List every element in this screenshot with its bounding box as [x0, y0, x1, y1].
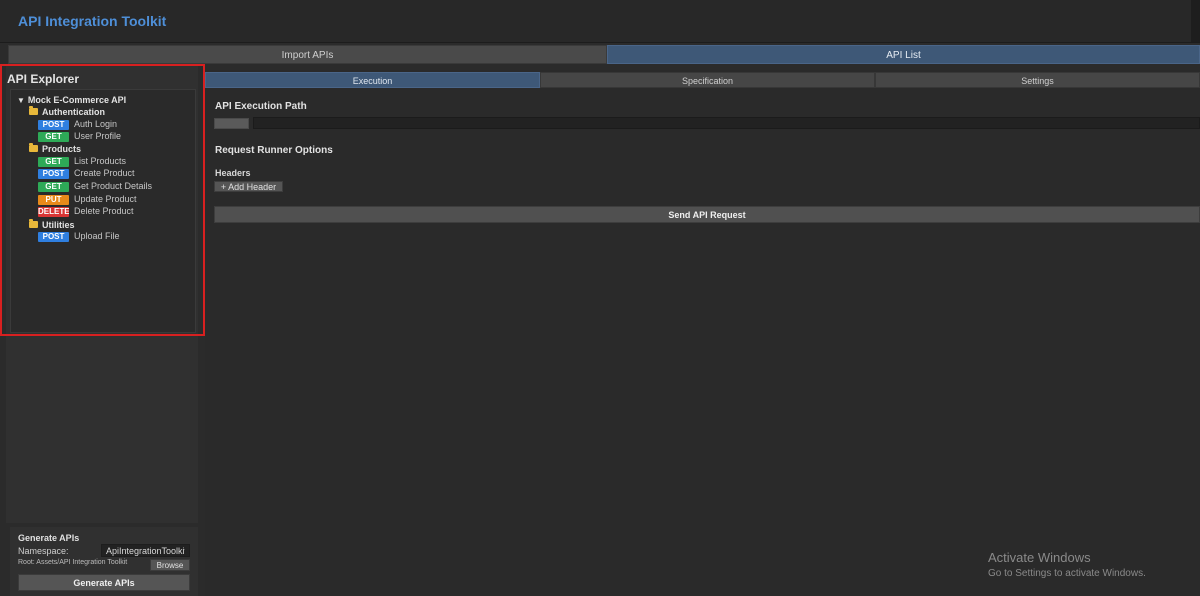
add-header-button[interactable]: + Add Header: [214, 181, 283, 192]
namespace-field[interactable]: [101, 544, 190, 557]
namespace-label: Namespace:: [18, 546, 69, 556]
activation-watermark-subtitle: Go to Settings to activate Windows.: [988, 568, 1146, 579]
app-title: API Integration Toolkit: [18, 13, 167, 29]
tab-import-apis[interactable]: Import APIs: [8, 45, 607, 64]
method-dropdown[interactable]: [214, 118, 249, 129]
browse-button[interactable]: Browse: [150, 559, 190, 571]
send-request-button[interactable]: Send API Request: [214, 206, 1200, 223]
tab-settings[interactable]: Settings: [875, 72, 1200, 88]
execution-path-input[interactable]: [253, 117, 1200, 129]
root-path-label: Root: Assets/API Integration Toolkit: [18, 559, 128, 566]
tab-execution[interactable]: Execution: [205, 72, 540, 88]
header-edge: [1191, 0, 1200, 42]
runner-options-title: Request Runner Options: [215, 145, 333, 156]
content-panel: [205, 70, 1200, 596]
generate-title: Generate APIs: [18, 533, 80, 543]
app-header: API Integration Toolkit: [0, 0, 1200, 43]
activation-watermark-title: Activate Windows: [988, 550, 1091, 565]
headers-label: Headers: [215, 168, 251, 178]
tab-api-list[interactable]: API List: [607, 45, 1200, 64]
execution-path-title: API Execution Path: [215, 101, 307, 112]
api-explorer-highlight: [0, 64, 205, 336]
generate-apis-button[interactable]: Generate APIs: [18, 574, 190, 591]
tab-specification[interactable]: Specification: [540, 72, 875, 88]
